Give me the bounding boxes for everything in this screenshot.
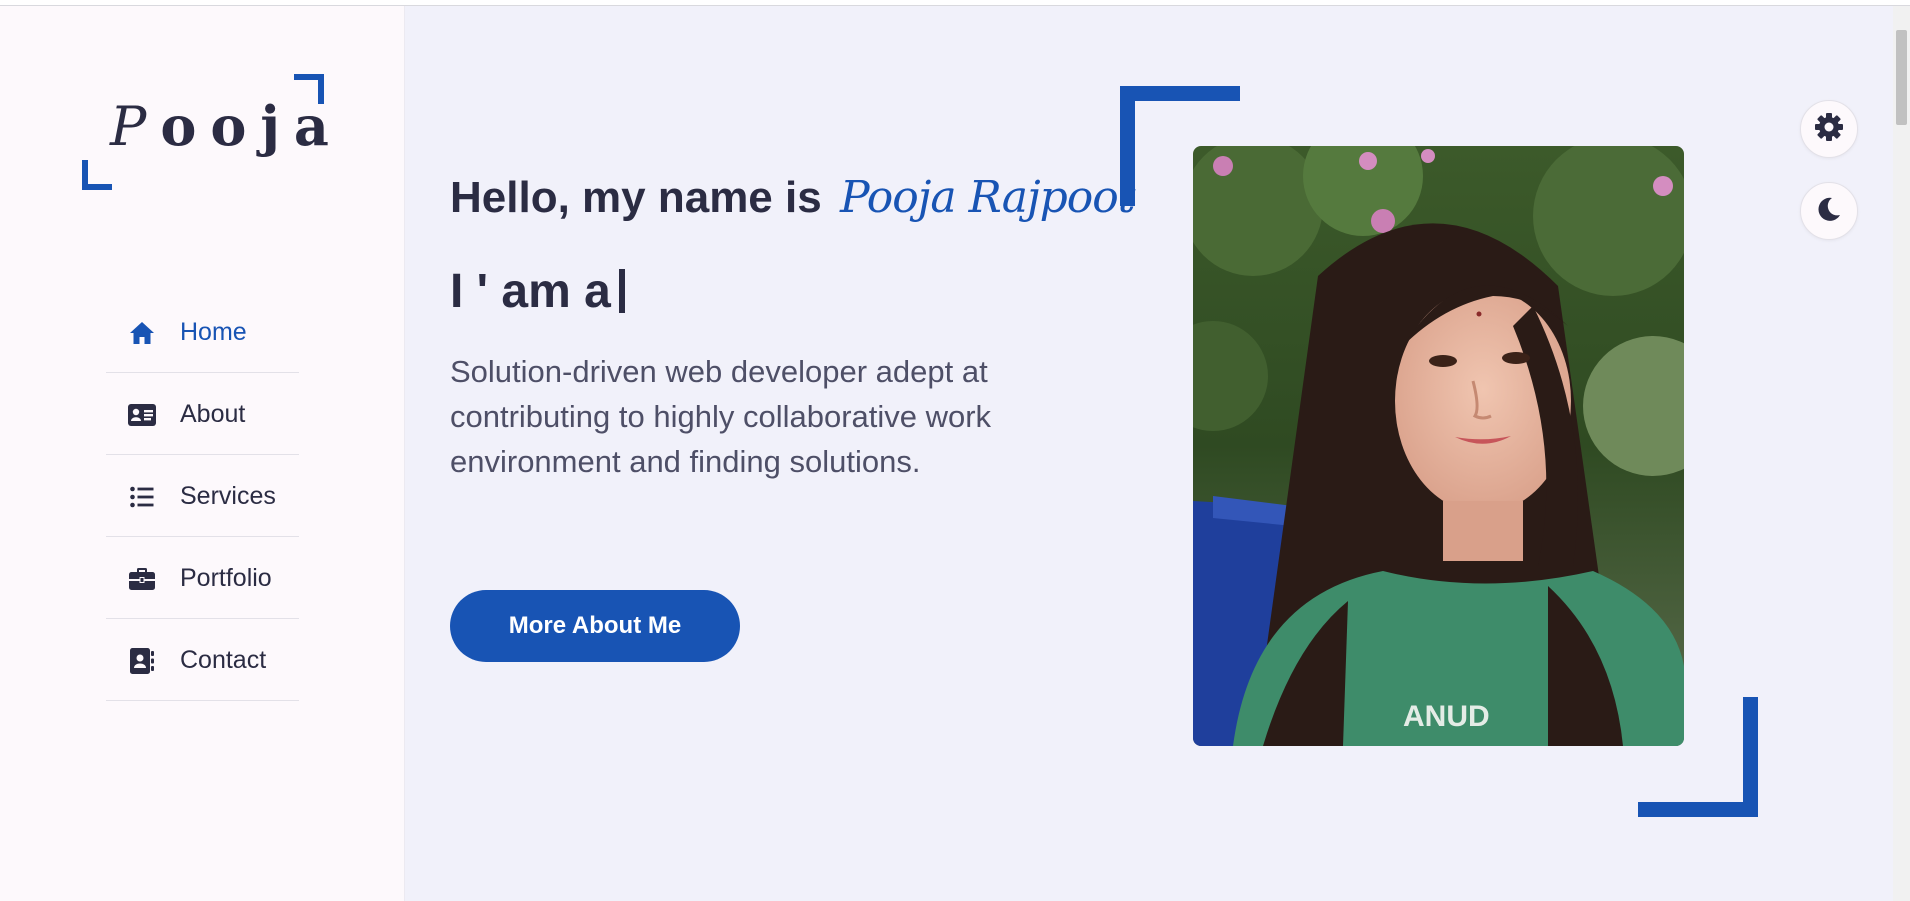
- logo[interactable]: Pooja: [82, 74, 329, 190]
- list-icon: [128, 484, 156, 510]
- logo-text: Pooja: [110, 94, 343, 158]
- home-icon: [128, 320, 156, 346]
- hero-description: Solution-driven web developer adept at c…: [450, 354, 992, 479]
- contact-book-icon: [128, 647, 156, 674]
- logo-text-first: P: [110, 95, 161, 158]
- nav-item-label: About: [180, 400, 246, 428]
- logo-text-rest: ooja: [160, 94, 343, 158]
- nav-item-about[interactable]: About: [106, 373, 299, 455]
- briefcase-icon: [128, 566, 156, 592]
- sidebar: Pooja Home About Services Portfolio Cont…: [0, 6, 405, 901]
- hero-greeting: Hello, my name is Pooja Rajpoot: [450, 172, 1136, 223]
- typing-headline: I ' am a: [450, 264, 625, 319]
- page-scrollbar[interactable]: [1893, 6, 1910, 901]
- nav-item-label: Home: [180, 318, 247, 346]
- nav-item-contact[interactable]: Contact: [106, 619, 299, 701]
- more-about-me-button[interactable]: More About Me: [450, 590, 740, 662]
- nav-item-label: Contact: [180, 646, 267, 674]
- gear-icon: [1814, 112, 1844, 147]
- nav-item-services[interactable]: Services: [106, 455, 299, 537]
- nav-menu: Home About Services Portfolio Contact: [106, 291, 299, 701]
- nav-item-label: Services: [180, 482, 276, 510]
- moon-icon: [1816, 196, 1842, 227]
- theme-toggle-button[interactable]: [1800, 182, 1858, 240]
- scrollbar-thumb[interactable]: [1896, 30, 1907, 125]
- nav-item-label: Portfolio: [180, 564, 272, 592]
- nav-item-home[interactable]: Home: [106, 291, 299, 373]
- logo-corner-bottom-left: [82, 160, 112, 190]
- svg-text:ANUD: ANUD: [1403, 700, 1490, 733]
- settings-button[interactable]: [1800, 100, 1858, 158]
- typing-cursor: [618, 269, 625, 313]
- nav-item-portfolio[interactable]: Portfolio: [106, 537, 299, 619]
- id-card-icon: [128, 402, 156, 428]
- hero-name: Pooja Rajpoot: [839, 172, 1136, 223]
- profile-photo: ANUD: [1193, 146, 1684, 746]
- greeting-text: Hello, my name is: [450, 173, 822, 222]
- typing-prefix: I ' am a: [450, 265, 611, 318]
